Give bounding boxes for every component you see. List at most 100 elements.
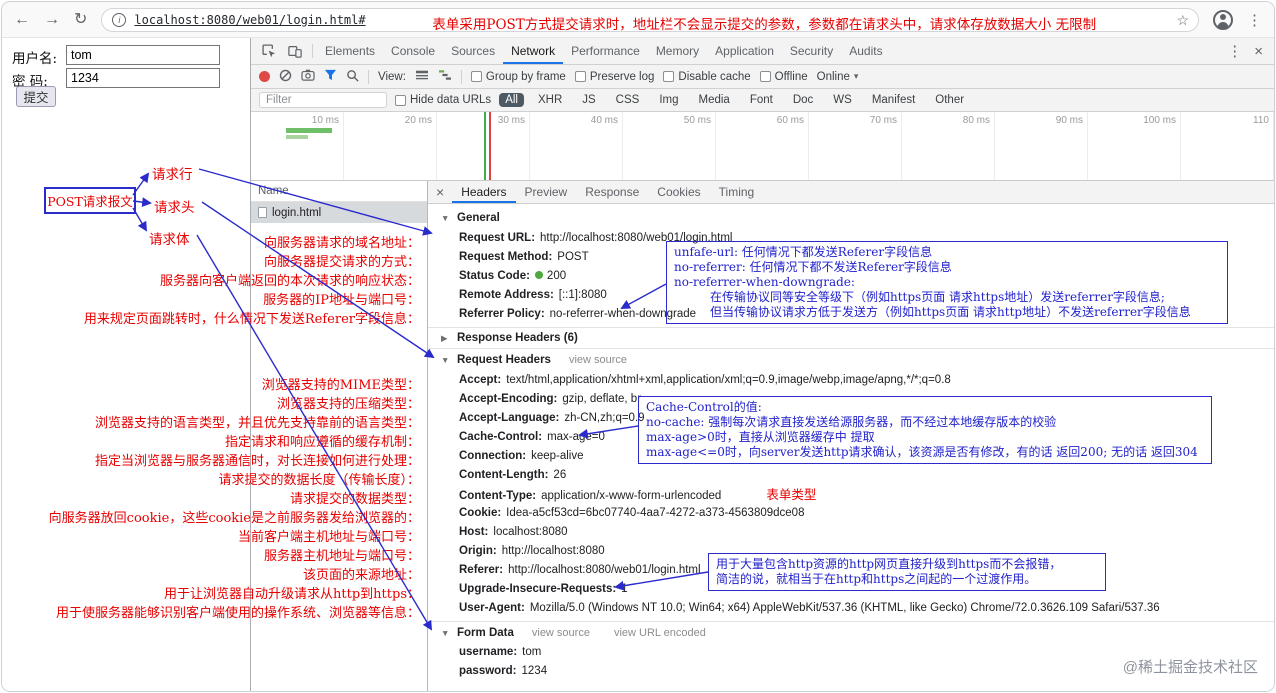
filter-funnel-icon[interactable]: [324, 69, 337, 84]
header-row: Cache-Control: max-age=0: [428, 428, 1274, 447]
detail-tab-timing[interactable]: Timing: [710, 181, 764, 203]
filter-pill-font[interactable]: Font: [744, 93, 779, 107]
devtools-more-icon[interactable]: ⋮: [1227, 42, 1242, 60]
tab-memory[interactable]: Memory: [648, 38, 707, 64]
tab-performance[interactable]: Performance: [563, 38, 648, 64]
tab-network[interactable]: Network: [503, 38, 563, 64]
timeline-tick: 70 ms: [809, 112, 902, 180]
header-value: gzip, deflate, br: [562, 393, 642, 405]
view-url-encoded-link[interactable]: view URL encoded: [614, 627, 706, 639]
search-icon[interactable]: [346, 69, 359, 85]
browser-window: ← → ↻ i localhost:8080/web01/login.html#…: [1, 1, 1275, 692]
triangle-down-icon: ▼: [441, 627, 450, 638]
tab-security[interactable]: Security: [782, 38, 841, 64]
content-type-annotation: 表单类型: [766, 487, 817, 502]
filter-pill-js[interactable]: JS: [576, 93, 601, 107]
divider: [460, 69, 462, 84]
throttling-select[interactable]: Online ▾: [817, 71, 859, 83]
divider: [368, 69, 369, 84]
request-headers-section-header[interactable]: ▼ Request Headers view source: [428, 349, 1274, 371]
view-list-icon[interactable]: [415, 69, 429, 84]
forward-icon[interactable]: →: [44, 11, 60, 28]
address-bar[interactable]: i localhost:8080/web01/login.html# 表单采用P…: [101, 7, 1199, 33]
record-button[interactable]: [259, 71, 270, 82]
header-value: application/x-www-form-urlencoded: [541, 490, 722, 502]
clear-icon[interactable]: [279, 69, 292, 85]
header-row: Request URL: http://localhost:8080/web01/…: [428, 229, 1274, 248]
header-value: no-referrer-when-downgrade: [549, 308, 697, 320]
browser-menu-icon[interactable]: ⋮: [1247, 11, 1262, 29]
tab-application[interactable]: Application: [707, 38, 782, 64]
devtools-close-icon[interactable]: ×: [1254, 43, 1263, 60]
header-row: Request Method: POST: [428, 248, 1274, 267]
form-data-name: password:: [459, 665, 517, 677]
timeline-tick: 60 ms: [716, 112, 809, 180]
tab-sources[interactable]: Sources: [443, 38, 503, 64]
detail-tab-cookies[interactable]: Cookies: [648, 181, 709, 203]
timeline-tick: 50 ms: [623, 112, 716, 180]
profile-avatar[interactable]: [1213, 9, 1233, 30]
bookmark-star-icon[interactable]: ☆: [1176, 12, 1189, 29]
view-source-link[interactable]: view source: [569, 354, 627, 366]
detail-tab-response[interactable]: Response: [576, 181, 648, 203]
hide-data-urls-checkbox[interactable]: [395, 94, 406, 106]
url-text[interactable]: localhost:8080/web01/login.html#: [134, 13, 365, 27]
header-name: Referrer Policy:: [459, 308, 545, 320]
preserve-log-label: Preserve log: [589, 70, 655, 83]
submit-button[interactable]: 提交: [16, 86, 56, 107]
password-input[interactable]: [66, 68, 220, 88]
tab-elements[interactable]: Elements: [317, 38, 383, 64]
filter-input[interactable]: [259, 92, 387, 108]
back-icon[interactable]: ←: [14, 11, 30, 28]
header-name: User-Agent:: [459, 602, 525, 614]
close-details-icon[interactable]: ×: [428, 181, 452, 203]
disable-cache-label: Disable cache: [678, 70, 751, 83]
form-data-value: 1234: [521, 665, 548, 677]
request-row-login[interactable]: login.html: [251, 202, 427, 223]
document-icon: [258, 207, 267, 218]
general-section-header[interactable]: ▼ General: [428, 207, 1274, 229]
request-name: login.html: [272, 206, 322, 219]
filter-pill-other[interactable]: Other: [929, 93, 970, 107]
tab-audits[interactable]: Audits: [841, 38, 890, 64]
site-info-icon[interactable]: i: [112, 12, 127, 27]
reload-icon[interactable]: ↻: [74, 11, 87, 28]
capture-screenshots-icon[interactable]: [301, 69, 315, 84]
view-waterfall-icon[interactable]: [438, 69, 452, 84]
filter-pill-all[interactable]: All: [499, 93, 524, 107]
header-value: http://localhost:8080: [501, 545, 605, 557]
device-toolbar-icon[interactable]: [282, 38, 308, 64]
detail-tab-headers[interactable]: Headers: [452, 181, 515, 203]
response-headers-section-header[interactable]: ▶ Response Headers (6): [428, 327, 1274, 349]
disable-cache-checkbox[interactable]: [663, 71, 675, 82]
filter-pill-manifest[interactable]: Manifest: [866, 93, 921, 107]
header-name: Request URL:: [459, 232, 536, 244]
tab-console[interactable]: Console: [383, 38, 443, 64]
network-timeline[interactable]: 10 ms 20 ms 30 ms 40 ms 50 ms 60 ms 70 m…: [251, 112, 1274, 181]
inspect-element-icon[interactable]: [256, 38, 282, 64]
form-data-section-header[interactable]: ▼ Form Data view source view URL encoded: [428, 621, 1274, 643]
detail-tab-preview[interactable]: Preview: [516, 181, 577, 203]
offline-checkbox[interactable]: [759, 71, 771, 82]
filter-pill-doc[interactable]: Doc: [787, 93, 819, 107]
view-source-link[interactable]: view source: [532, 627, 590, 639]
watermark: @稀土掘金技术社区: [1122, 659, 1258, 676]
timeline-request-bar-2: [286, 135, 308, 139]
network-filter-bar: Hide data URLs All XHR JS CSS Img Media …: [251, 89, 1274, 112]
timeline-tick: 10 ms: [251, 112, 344, 180]
filter-pill-media[interactable]: Media: [693, 93, 736, 107]
group-by-frame-checkbox[interactable]: [470, 71, 482, 82]
filter-pill-img[interactable]: Img: [653, 93, 684, 107]
filter-pill-xhr[interactable]: XHR: [532, 93, 568, 107]
preserve-log-checkbox[interactable]: [574, 71, 586, 82]
filter-pill-css[interactable]: CSS: [610, 93, 646, 107]
headers-pane: ▼ General Request URL: http://localhost:8…: [428, 204, 1274, 691]
network-toolbar: View: Group by frame Preserve log Disabl…: [251, 65, 1274, 89]
dom-content-loaded-line: [484, 112, 486, 180]
offline-label: Offline: [774, 70, 808, 83]
username-input[interactable]: [66, 45, 220, 65]
filter-pill-ws[interactable]: WS: [827, 93, 858, 107]
devtools-panel: Elements Console Sources Network Perform…: [250, 38, 1274, 691]
header-row: Status Code: 200: [428, 267, 1274, 286]
name-column-header[interactable]: Name: [251, 181, 427, 202]
